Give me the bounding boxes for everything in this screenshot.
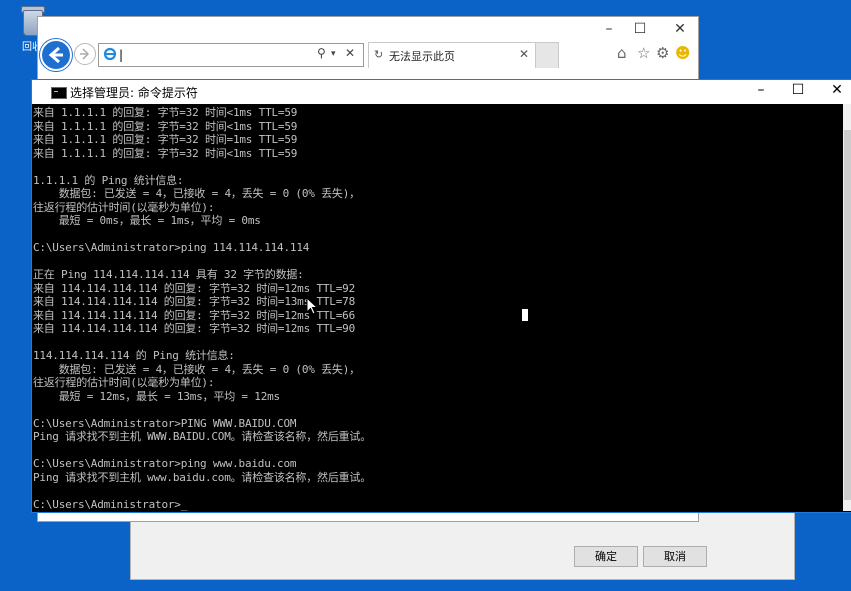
scrollbar-thumb[interactable] (844, 130, 851, 500)
console-line: 数据包: 已发送 = 4，已接收 = 4，丢失 = 0 (0% 丢失)， (33, 362, 360, 376)
console-line: 1.1.1.1 的 Ping 统计信息: (33, 173, 184, 187)
cancel-button[interactable]: 取消 (643, 546, 707, 567)
new-tab-button[interactable] (535, 42, 559, 68)
console-line: 数据包: 已发送 = 4，已接收 = 4，丢失 = 0 (0% 丢失)， (33, 187, 360, 200)
tab-title: 无法显示此页 (389, 50, 455, 63)
tab-close-icon[interactable]: ✕ (519, 47, 529, 61)
stop-icon[interactable]: ✕ (345, 46, 355, 60)
star-icon[interactable]: ☆ (637, 44, 650, 62)
console-line: C:\Users\Administrator>ping 114.114.114.… (33, 241, 310, 254)
address-input[interactable]: | (119, 48, 123, 62)
console-line: 来自 1.1.1.1 的回复: 字节=32 时间<1ms TTL=59 (33, 119, 298, 133)
console-output[interactable]: 来自 1.1.1.1 的回复: 字节=32 时间<1ms TTL=59 来自 1.… (33, 104, 843, 513)
console-line: 正在 Ping 114.114.114.114 具有 32 字节的数据: (33, 268, 304, 281)
cmd-minimize-button[interactable]: – (746, 82, 776, 98)
console-line: C:\Users\Administrator>ping www.baidu.co… (33, 457, 297, 470)
command-prompt-window: 选择管理员: 命令提示符 – ☐ ✕ 来自 1.1.1.1 的回复: 字节=32… (31, 79, 851, 513)
loading-icon: ↻ (374, 48, 384, 61)
console-line: 来自 114.114.114.114 的回复: 字节=32 时间=13ms TT… (33, 295, 355, 308)
tab-current[interactable]: ↻ 无法显示此页 ✕ (368, 42, 536, 68)
console-line: 来自 114.114.114.114 的回复: 字节=32 时间=12ms TT… (33, 281, 355, 295)
console-line: 来自 114.114.114.114 的回复: 字节=32 时间=12ms TT… (33, 322, 355, 335)
console-line: 往返行程的估计时间(以毫秒为单位): (33, 200, 215, 214)
cmd-title: 选择管理员: 命令提示符 (70, 86, 198, 100)
console-line: 最短 = 0ms，最长 = 1ms，平均 = 0ms (33, 214, 261, 227)
cmd-close-button[interactable]: ✕ (822, 82, 851, 98)
maximize-button[interactable]: ☐ (625, 21, 655, 37)
forward-button[interactable] (74, 43, 96, 65)
cmd-titlebar[interactable]: 选择管理员: 命令提示符 – ☐ ✕ (32, 80, 851, 104)
console-line: 114.114.114.114 的 Ping 统计信息: (33, 349, 235, 362)
gear-icon[interactable]: ⚙ (656, 44, 669, 62)
arrow-right-icon (80, 48, 90, 60)
search-icon[interactable]: ⚲ (317, 46, 326, 60)
ok-button[interactable]: 确定 (574, 546, 638, 567)
address-bar[interactable]: | ⚲ ▾ ✕ (98, 43, 364, 67)
console-line: 来自 1.1.1.1 的回复: 字节=32 时间=1ms TTL=59 (33, 133, 298, 146)
console-line: 最短 = 12ms，最长 = 13ms，平均 = 12ms (33, 389, 280, 403)
console-line: 来自 114.114.114.114 的回复: 字节=32 时间=12ms TT… (33, 308, 355, 322)
console-line: Ping 请求找不到主机 WWW.BAIDU.COM。请检查该名称，然后重试。 (33, 430, 372, 443)
dropdown-icon[interactable]: ▾ (331, 49, 336, 59)
console-icon (51, 87, 67, 99)
console-line: Ping 请求找不到主机 www.baidu.com。请检查该名称，然后重试。 (33, 470, 372, 484)
text-cursor-block (522, 309, 528, 321)
console-line: C:\Users\Administrator>PING WWW.BAIDU.CO… (33, 416, 297, 430)
console-line: 来自 1.1.1.1 的回复: 字节=32 时间<1ms TTL=59 (33, 106, 298, 119)
home-icon[interactable]: ⌂ (617, 44, 627, 62)
console-line: 来自 1.1.1.1 的回复: 字节=32 时间<1ms TTL=59 (33, 146, 298, 160)
console-line: 往返行程的估计时间(以毫秒为单位): (33, 376, 215, 389)
back-button[interactable] (40, 39, 72, 71)
cmd-maximize-button[interactable]: ☐ (783, 82, 813, 98)
mouse-pointer-icon (306, 297, 319, 315)
smiley-icon[interactable]: ☻ (675, 44, 691, 62)
minimize-button[interactable]: – (594, 21, 624, 37)
ie-logo-icon (103, 47, 117, 61)
scrollbar[interactable] (843, 104, 851, 511)
arrow-left-icon (48, 46, 63, 64)
close-button[interactable]: ✕ (665, 21, 695, 37)
console-line: C:\Users\Administrator>_ (33, 497, 188, 511)
